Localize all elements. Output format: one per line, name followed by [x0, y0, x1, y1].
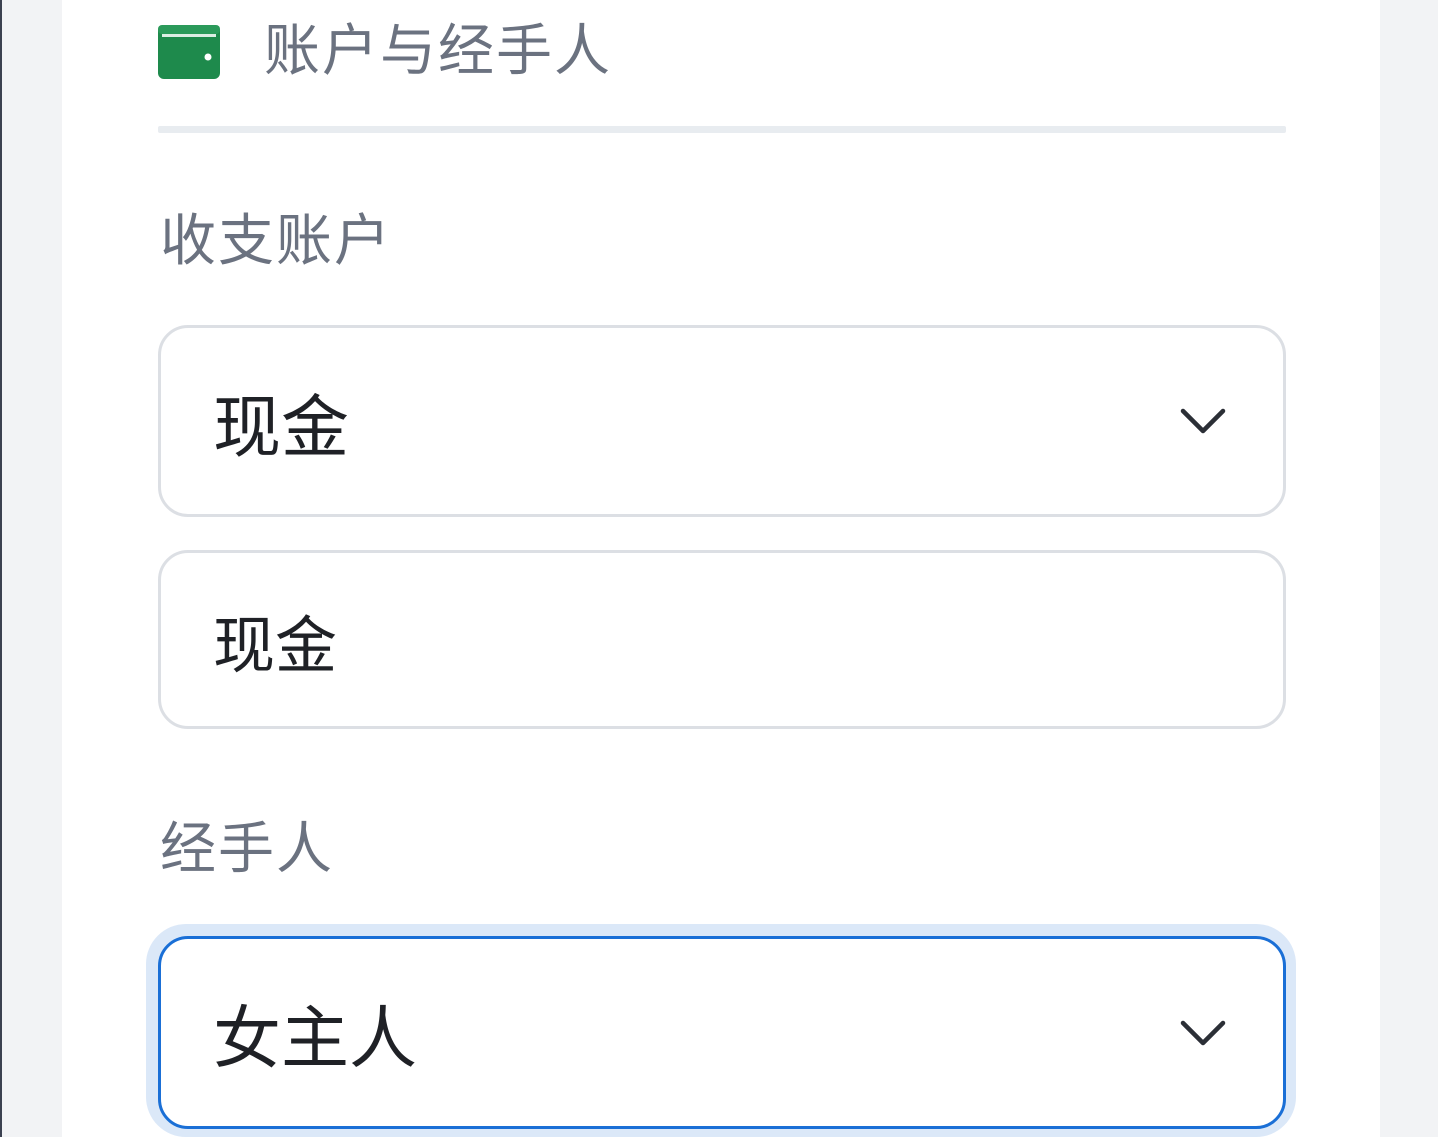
- window-edge: [0, 0, 2, 1137]
- section-header: 账户与经手人: [158, 18, 612, 86]
- handler-select[interactable]: 女主人: [158, 936, 1286, 1129]
- handler-label: 经手人: [160, 817, 334, 882]
- chevron-down-icon: [1180, 408, 1226, 434]
- section-divider: [158, 126, 1286, 133]
- handler-select-value: 女主人: [213, 1000, 418, 1079]
- account-select[interactable]: 现金: [158, 325, 1286, 517]
- form-card: 账户与经手人 收支账户 现金 现金 经手人 女主人: [62, 0, 1380, 1137]
- account-label: 收支账户: [160, 209, 392, 274]
- account-input[interactable]: 现金: [158, 550, 1286, 729]
- section-title: 账户与经手人: [264, 19, 612, 84]
- chevron-down-icon: [1180, 1020, 1226, 1045]
- account-select-value: 现金: [213, 388, 350, 468]
- account-input-value: 现金: [213, 608, 338, 682]
- wallet-icon: [158, 25, 220, 79]
